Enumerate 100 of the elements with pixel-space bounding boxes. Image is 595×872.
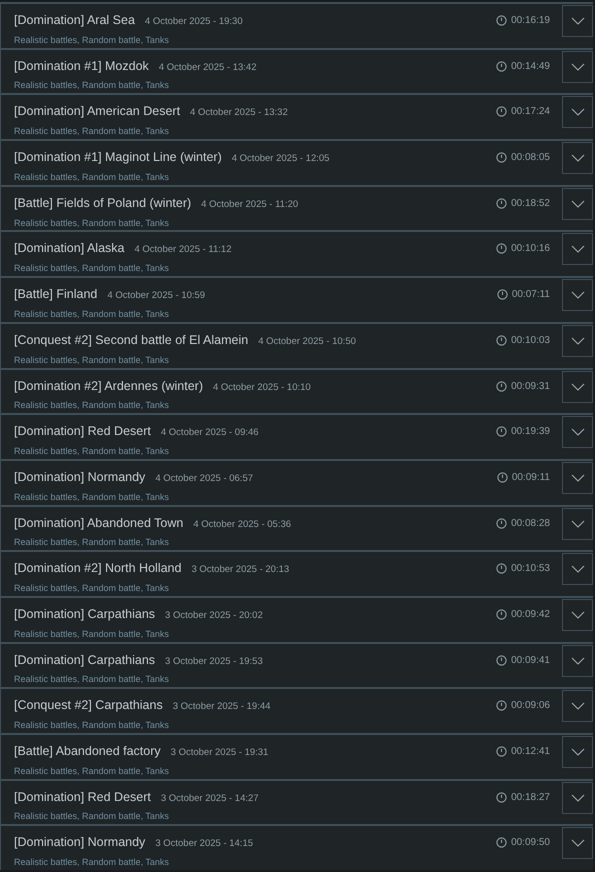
battle-title: [Domination] Alaska [14, 240, 124, 258]
chevron-down-icon [570, 291, 584, 300]
battle-title: [Conquest #2] Carpathians [14, 697, 163, 714]
battle-row[interactable]: [Domination] Alaska 4 October 2025 - 11:12 Realistic battles, Random battle, Tanks 00:10:16 [0, 230, 593, 276]
battle-title: [Battle] Fields of Poland (winter) [14, 194, 192, 212]
clock-icon [496, 518, 508, 529]
battle-row[interactable]: [Battle] Finland 4 October 2025 - 10:59 Realistic battles, Random battle, Tanks 00:07:11 [0, 276, 593, 322]
battle-duration: 00:09:41 [511, 654, 550, 668]
chevron-down-icon [570, 656, 584, 665]
battle-duration: 00:09:42 [511, 608, 550, 622]
battle-title: [Battle] Finland [14, 286, 98, 304]
clock-icon [496, 746, 508, 757]
battle-title: [Domination] Normandy [14, 834, 146, 852]
clock-icon [496, 700, 508, 712]
battle-row[interactable]: [Domination #2] Ardennes (winter) 4 October 2025 - 10:10 Realistic battles, Random battle, Tanks 00:09:31 [0, 368, 593, 414]
battle-row[interactable]: [Domination #1] Mozdok 4 October 2025 - 13:42 Realistic battles, Random battle, Tanks 00:14:49 [0, 48, 593, 94]
battle-tags: Realistic battles, Random battle, Tanks [14, 399, 496, 413]
battle-title: [Domination] Red Desert [14, 788, 151, 806]
expand-button[interactable] [562, 690, 593, 722]
battle-duration: 00:09:06 [511, 699, 550, 714]
chevron-down-icon [570, 62, 584, 71]
battle-tags: Realistic battles, Random battle, Tanks [14, 125, 496, 139]
expand-button[interactable] [562, 5, 593, 37]
expand-button[interactable] [562, 50, 593, 83]
battle-duration: 00:17:24 [511, 105, 550, 120]
expand-button[interactable] [562, 827, 593, 860]
battle-date: 4 October 2025 - 05:36 [193, 518, 292, 532]
battle-tags: Realistic battles, Random battle, Tanks [14, 490, 497, 504]
clock-icon [496, 289, 508, 300]
clock-icon [496, 60, 508, 72]
battle-tags: Realistic battles, Random battle, Tanks [14, 719, 496, 733]
battle-duration: 00:16:19 [511, 14, 550, 28]
battle-row[interactable]: [Domination #1] Maginot Line (winter) 4 October 2025 - 12:05 Realistic battles, Random battle, Tanks 00:08:05 [0, 139, 593, 185]
battle-title: [Domination] Red Desert [14, 423, 151, 440]
battle-title: [Domination] Carpathians [14, 606, 156, 623]
expand-button[interactable] [562, 188, 593, 220]
clock-icon [496, 243, 508, 254]
expand-button[interactable] [562, 233, 593, 266]
clock-icon [496, 837, 508, 848]
chevron-down-icon [570, 839, 584, 848]
clock-icon [496, 563, 508, 574]
battle-title: [Domination] Aral Sea [14, 12, 135, 29]
battle-row[interactable]: [Domination] Red Desert 3 October 2025 - 14:27 Realistic battles, Random battle, Tanks 00:18:27 [0, 778, 593, 824]
expand-button[interactable] [562, 553, 593, 586]
battle-date: 4 October 2025 - 06:57 [155, 472, 254, 486]
battle-tags: Realistic battles, Random battle, Tanks [14, 308, 497, 322]
expand-button[interactable] [562, 96, 593, 128]
battle-title: [Domination] Abandoned Town [14, 514, 184, 532]
battle-date: 3 October 2025 - 14:27 [160, 792, 259, 806]
battle-row[interactable]: [Domination] Carpathians 3 October 2025 - 20:02 Realistic battles, Random battle, Tanks 00:09:42 [0, 596, 593, 642]
battle-tags: Realistic battles, Random battle, Tanks [14, 856, 496, 870]
battle-date: 3 October 2025 - 19:31 [170, 746, 268, 760]
battle-date: 4 October 2025 - 12:05 [232, 152, 330, 166]
expand-button[interactable] [562, 416, 593, 448]
battle-row[interactable]: [Domination #2] North Holland 3 October 2025 - 20:13 Realistic battles, Random battle, Tanks 00:10:53 [0, 550, 593, 596]
battle-title: [Domination] American Desert [14, 103, 180, 120]
chevron-down-icon [570, 610, 584, 619]
expand-button[interactable] [562, 508, 593, 540]
battle-row[interactable]: [Battle] Fields of Poland (winter) 4 October 2025 - 11:20 Realistic battles, Random battle, Tanks 00:18:52 [0, 184, 593, 230]
battle-duration: 00:10:03 [511, 334, 550, 348]
battle-date: 3 October 2025 - 20:02 [165, 608, 263, 623]
battle-row[interactable]: [Domination] Normandy 3 October 2025 - 14:15 Realistic battles, Random battle, Tanks 00:09:50 [0, 824, 593, 870]
battle-date: 3 October 2025 - 20:13 [191, 563, 290, 578]
battle-tags: Realistic battles, Random battle, Tanks [14, 354, 496, 368]
battle-duration: 00:10:16 [511, 242, 550, 256]
battle-row[interactable]: [Conquest #2] Carpathians 3 October 2025 - 19:44 Realistic battles, Random battle, Tanks 00:09:06 [0, 687, 593, 733]
battle-title: [Domination #2] Ardennes (winter) [14, 378, 203, 395]
expand-button[interactable] [562, 142, 593, 174]
battle-row[interactable]: [Domination] Carpathians 3 October 2025 - 19:53 Realistic battles, Random battle, Tanks 00:09:41 [0, 642, 593, 688]
battle-date: 4 October 2025 - 13:42 [158, 60, 257, 75]
expand-button[interactable] [562, 370, 593, 402]
battle-tags: Realistic battles, Random battle, Tanks [14, 810, 496, 824]
chevron-down-icon [570, 520, 584, 528]
battle-row[interactable]: [Domination] Normandy 4 October 2025 - 06:57 Realistic battles, Random battle, Tanks 00:09:11 [0, 458, 593, 505]
battle-tags: Realistic battles, Random battle, Tanks [14, 34, 496, 48]
battle-row[interactable]: [Domination] American Desert 4 October 2025 - 13:32 Realistic battles, Random battle, Tanks 00:17:24 [0, 93, 593, 140]
battle-row[interactable]: [Domination] Red Desert 4 October 2025 - 09:46 Realistic battles, Random battle, Tanks 00:19:39 [0, 413, 593, 459]
battle-row[interactable]: [Domination] Aral Sea 4 October 2025 - 19:30 Realistic battles, Random battle, Tanks 00:16:19 [0, 2, 593, 48]
battle-tags: Realistic battles, Random battle, Tanks [14, 628, 496, 642]
expand-button[interactable] [562, 462, 593, 494]
chevron-down-icon [570, 382, 584, 390]
clock-icon [496, 380, 508, 392]
battle-row[interactable]: [Conquest #2] Second battle of El Alamein 4 October 2025 - 10:50 Realistic battles, Random battle, Tanks 00:10:03 [0, 322, 593, 368]
expand-button[interactable] [562, 598, 593, 631]
clock-icon [496, 15, 508, 26]
clock-icon [496, 472, 508, 483]
expand-button[interactable] [562, 279, 593, 312]
battle-tags: Realistic battles, Random battle, Tanks [14, 673, 496, 687]
chevron-down-icon [570, 17, 584, 25]
chevron-down-icon [570, 748, 584, 756]
clock-icon [496, 608, 508, 620]
battle-date: 4 October 2025 - 10:10 [212, 380, 311, 394]
battle-row[interactable]: [Battle] Abandoned factory 3 October 2025 - 19:31 Realistic battles, Random battle, Tanks 00:12:41 [0, 733, 593, 779]
battle-duration: 00:12:41 [511, 745, 550, 759]
expand-button[interactable] [562, 324, 593, 357]
clock-icon [496, 152, 508, 164]
expand-button[interactable] [562, 736, 593, 768]
expand-button[interactable] [562, 782, 593, 814]
battle-row[interactable]: [Domination] Abandoned Town 4 October 2025 - 05:36 Realistic battles, Random battle, Tanks 00:08:28 [0, 504, 593, 550]
expand-button[interactable] [562, 644, 593, 677]
